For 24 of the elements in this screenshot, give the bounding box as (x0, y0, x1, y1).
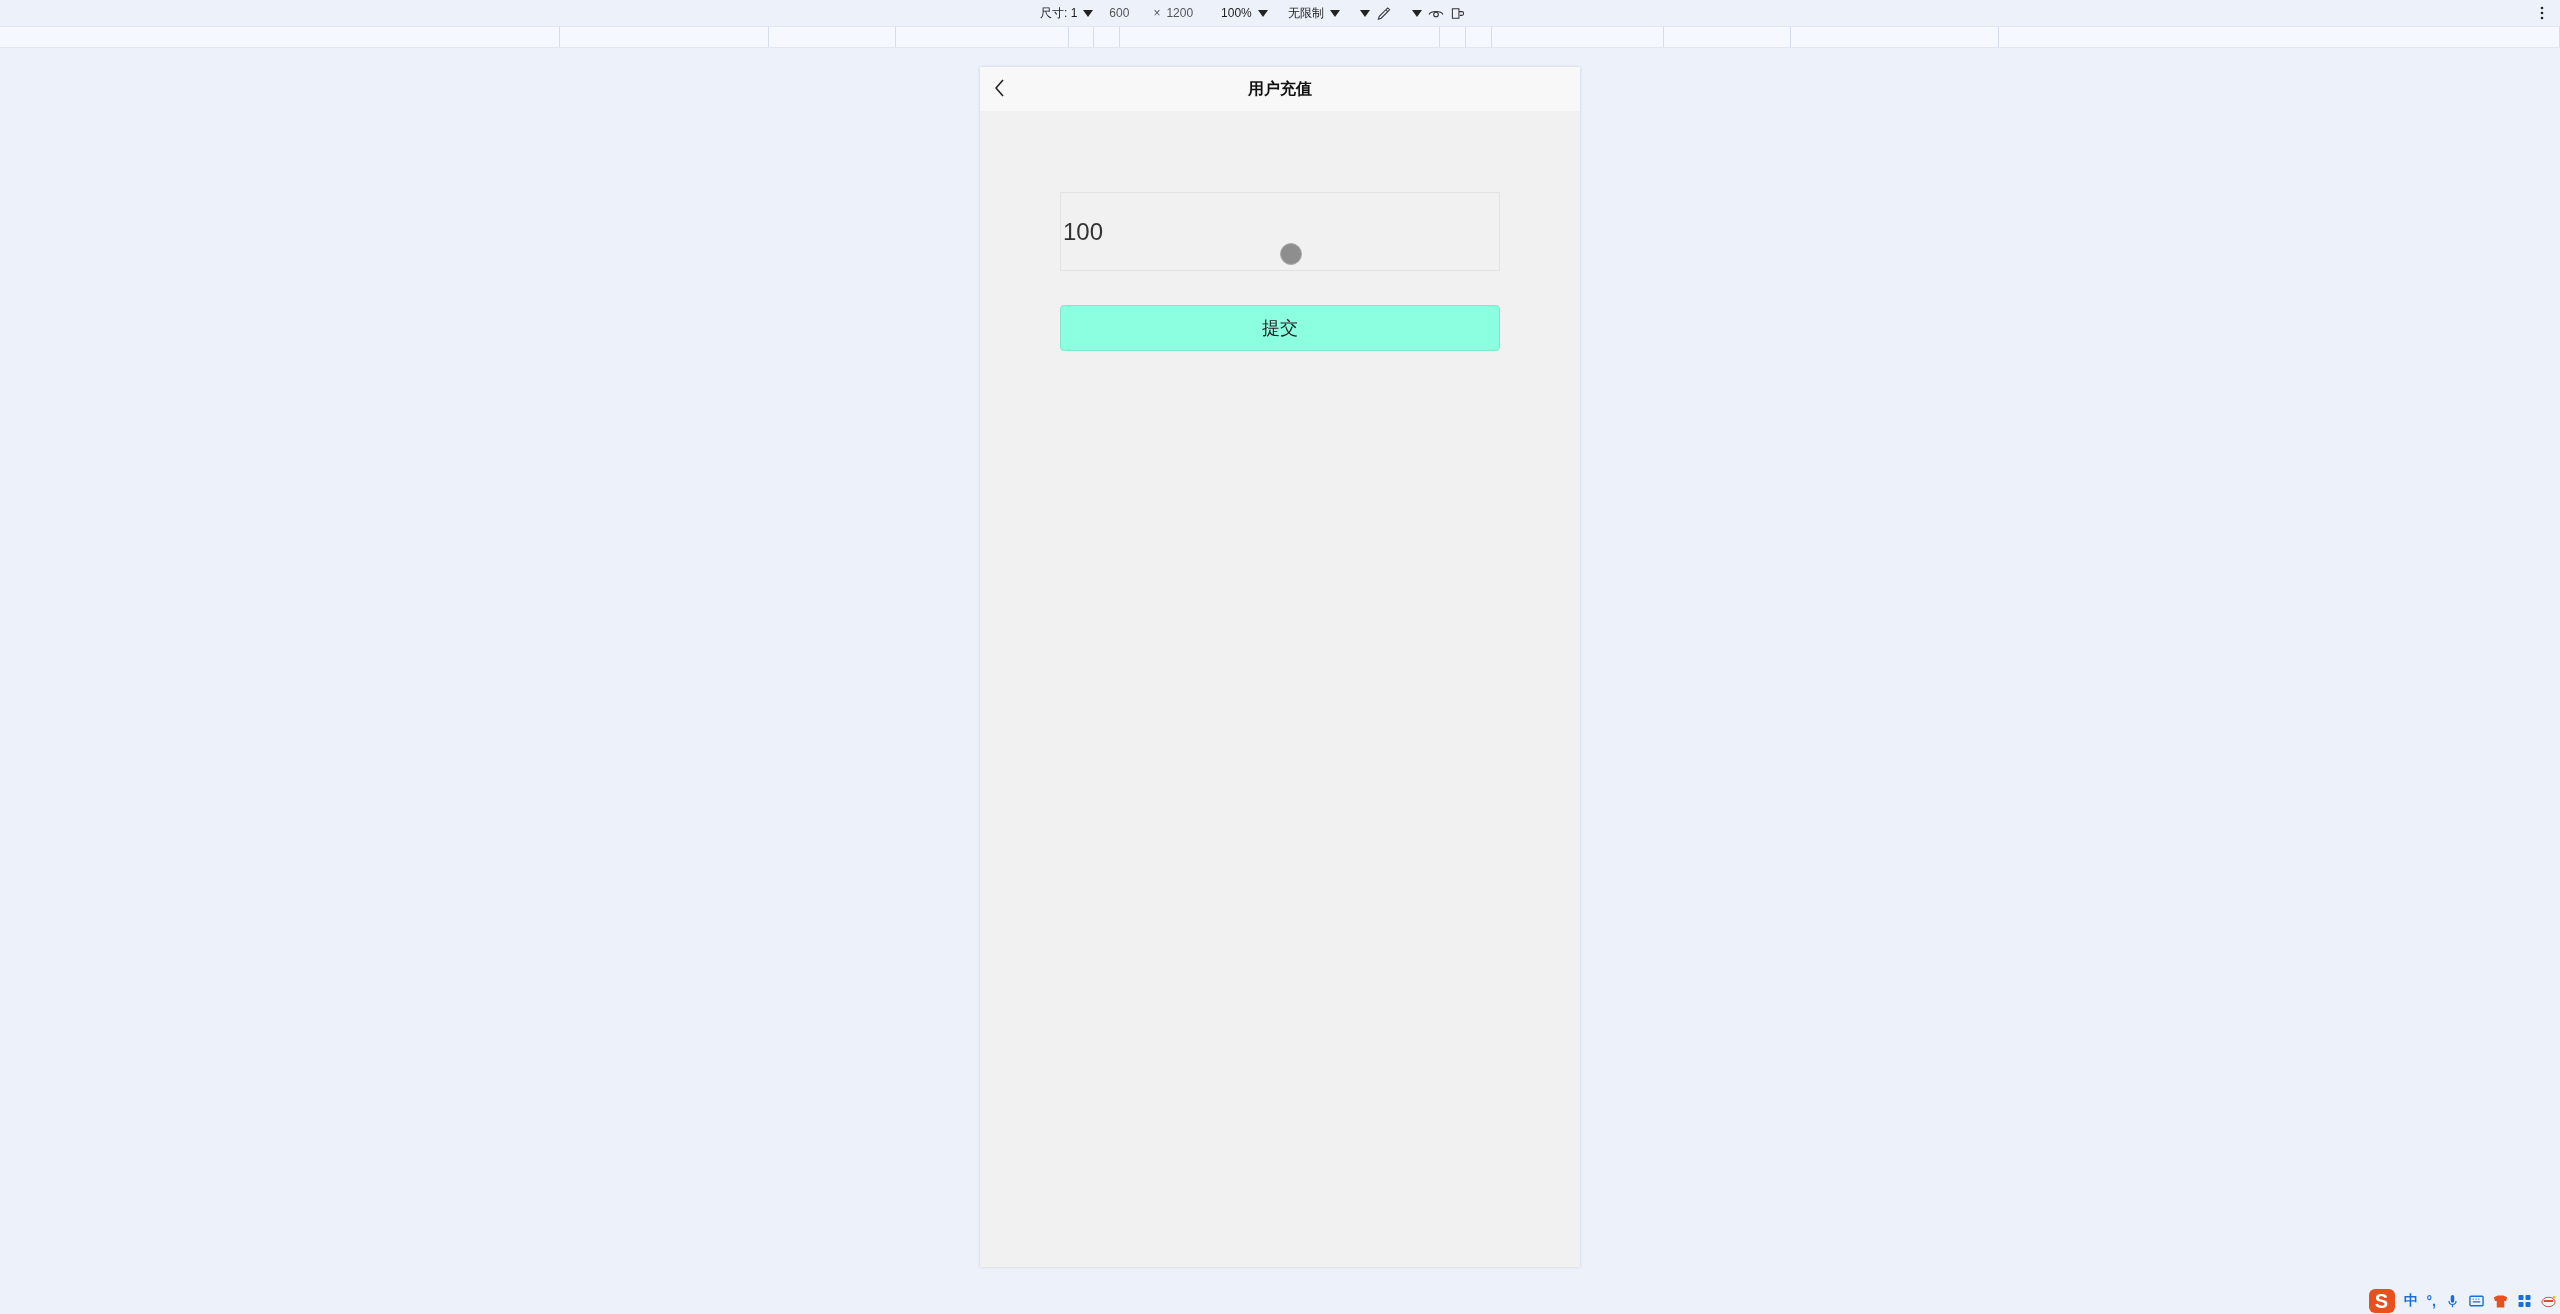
microphone-icon[interactable] (2445, 1294, 2460, 1308)
keyboard-icon[interactable] (2469, 1294, 2484, 1308)
throttle-label: 无限制 (1287, 4, 1324, 22)
ime-logo[interactable]: S (2368, 1289, 2395, 1313)
page-title: 用户充值 (1248, 78, 1312, 99)
eyedropper-icon[interactable] (1375, 5, 1392, 21)
punctuation-toggle[interactable]: °, (2426, 1293, 2436, 1309)
amount-field[interactable]: 100 (1060, 192, 1500, 271)
caret-icon[interactable] (1257, 9, 1268, 17)
caret-icon[interactable] (1359, 9, 1370, 17)
caret-icon[interactable] (1411, 9, 1422, 17)
shirt-icon[interactable] (2493, 1294, 2508, 1308)
ime-mode[interactable]: 中 (2403, 1292, 2418, 1310)
caret-icon[interactable] (1083, 9, 1094, 17)
height-value[interactable]: 1200 (1166, 6, 1194, 20)
submit-button[interactable]: 提交 (1060, 305, 1500, 351)
width-value[interactable]: 600 (1109, 6, 1130, 20)
zoom-label: 100% (1221, 6, 1252, 20)
grid-icon[interactable] (2517, 1294, 2532, 1308)
times-sign: × (1153, 6, 1161, 20)
device-label: 尺寸: 1 (1040, 4, 1078, 22)
caret-icon[interactable] (1329, 9, 1340, 17)
back-icon[interactable] (995, 79, 1005, 97)
more-icon[interactable] (2540, 6, 2544, 20)
